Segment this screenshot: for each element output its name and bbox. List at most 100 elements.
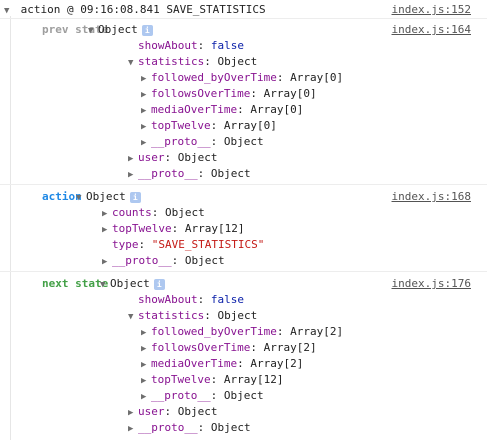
- expanded-triangle-icon[interactable]: ▼: [100, 277, 110, 293]
- key-separator: :: [250, 87, 264, 100]
- group-guide-line: [10, 16, 11, 440]
- key-separator: :: [151, 206, 165, 219]
- key-separator: :: [197, 39, 211, 52]
- tree-node-followsOverTime[interactable]: ▶ followsOverTime: Array[0]: [141, 86, 317, 103]
- tree-node-topTwelve[interactable]: ▶ topTwelve: Array[12]: [102, 221, 244, 238]
- tree-node-topTwelve[interactable]: ▶ topTwelve: Array[0]: [141, 118, 277, 135]
- expanded-triangle-icon[interactable]: ▼: [128, 309, 138, 325]
- property-key: followsOverTime: [151, 341, 251, 354]
- tree-node-showAbout: showAbout: false: [128, 292, 244, 308]
- property-value: Object: [110, 277, 150, 290]
- property-key: user: [138, 405, 165, 418]
- property-key: topTwelve: [151, 119, 211, 132]
- info-icon[interactable]: i: [141, 24, 153, 36]
- property-value: Object: [217, 55, 258, 68]
- tree-node-topTwelve[interactable]: ▶ topTwelve: Array[12]: [141, 372, 283, 389]
- property-value: Array[12]: [184, 222, 245, 235]
- property-value: Array[0]: [223, 119, 277, 132]
- tree-node-user[interactable]: ▶ user: Object: [128, 150, 218, 167]
- property-key: __proto__: [138, 421, 198, 434]
- key-separator: :: [164, 151, 178, 164]
- tree-node-followedbyOverTime[interactable]: ▶ followed_byOverTime: Array[2]: [141, 324, 343, 341]
- log-group-header[interactable]: ▼ action @ 09:16:08.841 SAVE_STATISTICS …: [0, 2, 487, 18]
- collapsed-triangle-icon[interactable]: ▶: [102, 254, 112, 270]
- property-value: Object: [217, 309, 258, 322]
- tree-node-mediaOverTime[interactable]: ▶ mediaOverTime: Array[2]: [141, 356, 303, 373]
- property-key: followsOverTime: [151, 87, 251, 100]
- collapsed-triangle-icon[interactable]: ▶: [141, 87, 151, 103]
- collapsed-triangle-icon[interactable]: ▶: [141, 135, 151, 151]
- collapsed-triangle-icon[interactable]: ▶: [128, 167, 138, 183]
- collapsed-triangle-icon[interactable]: ▶: [141, 325, 151, 341]
- collapsed-triangle-icon[interactable]: ▶: [141, 119, 151, 135]
- tree-node-mediaOverTime[interactable]: ▶ mediaOverTime: Array[0]: [141, 102, 303, 119]
- tree-node-counts[interactable]: ▶ counts: Object: [102, 205, 205, 222]
- info-icon[interactable]: i: [153, 278, 165, 290]
- divider: [0, 18, 487, 19]
- property-key: __proto__: [138, 167, 198, 180]
- property-value: Object: [210, 421, 251, 434]
- property-value: Object: [86, 190, 126, 203]
- collapse-triangle-icon[interactable]: ▼: [4, 3, 14, 19]
- tree-node-user[interactable]: ▶ user: Object: [128, 404, 218, 421]
- tree-root-object[interactable]: ▼ Object i: [100, 276, 165, 293]
- property-key: __proto__: [151, 389, 211, 402]
- tree-node-followedbyOverTime[interactable]: ▶ followed_byOverTime: Array[0]: [141, 70, 343, 87]
- property-value: Array[0]: [250, 103, 304, 116]
- key-separator: :: [197, 167, 211, 180]
- group-label: next state: [42, 277, 109, 290]
- tree-node-type: type: "SAVE_STATISTICS": [102, 237, 264, 253]
- property-value: Object: [177, 405, 218, 418]
- tree-node-statistics[interactable]: ▼ statistics: Object: [128, 54, 257, 71]
- tree-node-statistics[interactable]: ▼ statistics: Object: [128, 308, 257, 325]
- collapsed-triangle-icon[interactable]: ▶: [141, 103, 151, 119]
- property-value: Object: [223, 135, 264, 148]
- key-separator: :: [210, 373, 224, 386]
- key-separator: :: [171, 254, 185, 267]
- property-value: Array[12]: [223, 373, 284, 386]
- source-link[interactable]: index.js:168: [392, 189, 471, 205]
- collapsed-triangle-icon[interactable]: ▶: [141, 71, 151, 87]
- tree-node-proto[interactable]: ▶ __proto__: Object: [141, 388, 264, 405]
- divider: [0, 184, 487, 185]
- collapsed-triangle-icon[interactable]: ▶: [102, 206, 112, 222]
- expanded-triangle-icon[interactable]: ▼: [128, 55, 138, 71]
- property-key: showAbout: [138, 293, 198, 306]
- property-key: followed_byOverTime: [151, 325, 277, 338]
- property-key: mediaOverTime: [151, 357, 238, 370]
- collapsed-triangle-icon[interactable]: ▶: [141, 341, 151, 357]
- tree-node-followsOverTime[interactable]: ▶ followsOverTime: Array[2]: [141, 340, 317, 357]
- source-link[interactable]: index.js:176: [392, 276, 471, 292]
- property-key: counts: [112, 206, 152, 219]
- property-key: showAbout: [138, 39, 198, 52]
- collapsed-triangle-icon[interactable]: ▶: [102, 222, 112, 238]
- expanded-triangle-icon[interactable]: ▼: [88, 23, 98, 39]
- collapsed-triangle-icon[interactable]: ▶: [128, 421, 138, 437]
- info-icon[interactable]: i: [129, 191, 141, 203]
- tree-root-object[interactable]: ▼ Object i: [88, 22, 153, 39]
- tree-node-proto[interactable]: ▶ __proto__: Object: [128, 166, 251, 183]
- property-value: false: [210, 39, 244, 52]
- collapsed-triangle-icon[interactable]: ▶: [128, 405, 138, 421]
- property-key: __proto__: [112, 254, 172, 267]
- collapsed-triangle-icon[interactable]: ▶: [141, 389, 151, 405]
- source-link[interactable]: index.js:152: [392, 2, 471, 18]
- tree-node-proto[interactable]: ▶ __proto__: Object: [102, 253, 225, 270]
- expanded-triangle-icon[interactable]: ▼: [76, 190, 86, 206]
- key-separator: :: [210, 135, 224, 148]
- collapsed-triangle-icon[interactable]: ▶: [141, 373, 151, 389]
- collapsed-triangle-icon[interactable]: ▶: [128, 151, 138, 167]
- collapsed-triangle-icon[interactable]: ▶: [141, 357, 151, 373]
- property-key: topTwelve: [112, 222, 172, 235]
- tree-node-proto[interactable]: ▶ __proto__: Object: [128, 420, 251, 437]
- tree-node-proto[interactable]: ▶ __proto__: Object: [141, 134, 264, 151]
- property-key: topTwelve: [151, 373, 211, 386]
- property-value: Object: [98, 23, 138, 36]
- property-value: false: [210, 293, 244, 306]
- key-separator: :: [197, 293, 211, 306]
- property-value: Object: [177, 151, 218, 164]
- tree-root-object[interactable]: ▼ Object i: [76, 189, 141, 206]
- source-link[interactable]: index.js:164: [392, 22, 471, 38]
- property-value: Object: [184, 254, 225, 267]
- property-value: Array[0]: [290, 71, 344, 84]
